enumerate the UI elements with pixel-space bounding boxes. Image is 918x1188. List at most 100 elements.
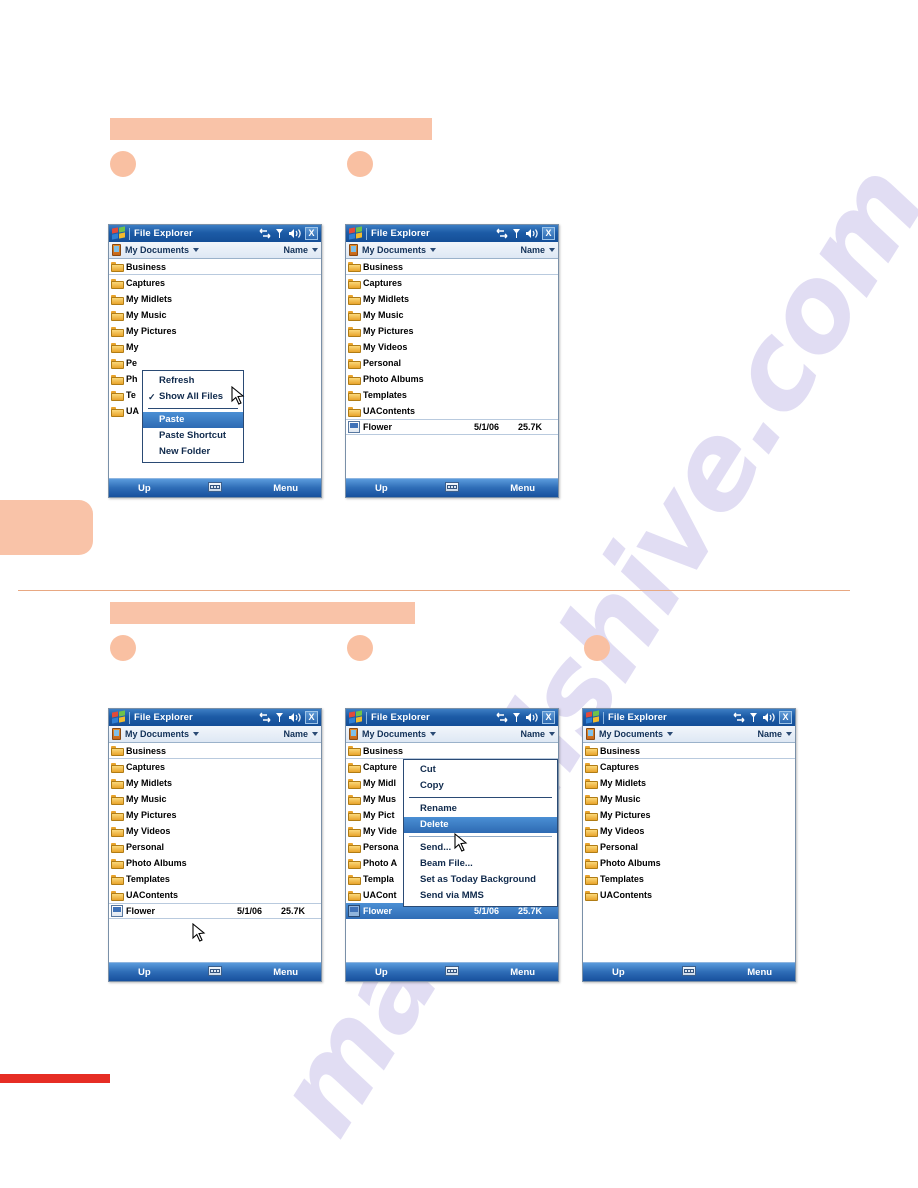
sort-label[interactable]: Name	[283, 729, 308, 739]
close-icon[interactable]: X	[779, 711, 792, 724]
connectivity-icon[interactable]	[496, 712, 508, 723]
signal-icon[interactable]	[275, 228, 284, 239]
up-button[interactable]: Up	[346, 967, 417, 978]
keyboard-icon[interactable]	[445, 481, 459, 492]
list-item[interactable]: Photo Albums	[346, 371, 558, 387]
table-row[interactable]: Flower 5/1/06 25.7K	[109, 903, 321, 919]
list-item[interactable]: UAContents	[109, 887, 321, 903]
menu-item-send[interactable]: Send...	[404, 840, 557, 856]
menu-button[interactable]: Menu	[487, 967, 558, 978]
menu-item-paste[interactable]: Paste	[143, 412, 243, 428]
chevron-down-icon[interactable]	[193, 732, 200, 736]
menu-button[interactable]: Menu	[250, 967, 321, 978]
signal-icon[interactable]	[275, 712, 284, 723]
up-button[interactable]: Up	[109, 483, 180, 494]
list-item[interactable]: Business	[109, 259, 321, 275]
list-item[interactable]: Business	[583, 743, 795, 759]
list-item[interactable]: My Music	[109, 791, 321, 807]
list-item[interactable]: Captures	[109, 759, 321, 775]
keyboard-icon[interactable]	[208, 481, 222, 492]
close-icon[interactable]: X	[305, 711, 318, 724]
close-icon[interactable]: X	[542, 711, 555, 724]
menu-button[interactable]: Menu	[724, 967, 795, 978]
chevron-down-icon[interactable]	[549, 732, 555, 736]
list-item[interactable]: My Pictures	[109, 323, 321, 339]
list-item[interactable]: Captures	[583, 759, 795, 775]
menu-item-rename[interactable]: Rename	[404, 801, 557, 817]
path-label[interactable]: My Documents	[125, 729, 189, 739]
context-menu-paste[interactable]: Refresh Show All Files Paste Paste Short…	[142, 370, 244, 463]
keyboard-icon[interactable]	[682, 965, 696, 976]
list-item[interactable]: My Videos	[346, 339, 558, 355]
menu-item-beam-file[interactable]: Beam File...	[404, 856, 557, 872]
menu-button[interactable]: Menu	[487, 483, 558, 494]
connectivity-icon[interactable]	[733, 712, 745, 723]
signal-icon[interactable]	[512, 228, 521, 239]
close-icon[interactable]: X	[542, 227, 555, 240]
list-item[interactable]: Business	[346, 259, 558, 275]
list-item[interactable]: My Music	[583, 791, 795, 807]
keyboard-icon[interactable]	[208, 965, 222, 976]
list-item[interactable]: Personal	[109, 839, 321, 855]
menu-item-cut[interactable]: Cut	[404, 762, 557, 778]
sort-label[interactable]: Name	[520, 245, 545, 255]
table-row[interactable]: Flower 5/1/06 25.7K	[346, 419, 558, 435]
list-item[interactable]: My Midlets	[346, 291, 558, 307]
menu-item-set-as-today-background[interactable]: Set as Today Background	[404, 872, 557, 888]
list-item[interactable]: My Midlets	[583, 775, 795, 791]
list-item[interactable]: Business	[109, 743, 321, 759]
menu-item-delete[interactable]: Delete	[404, 817, 557, 833]
list-item[interactable]: UAContents	[346, 403, 558, 419]
chevron-down-icon[interactable]	[193, 248, 200, 252]
signal-icon[interactable]	[512, 712, 521, 723]
list-item[interactable]: My Pictures	[109, 807, 321, 823]
up-button[interactable]: Up	[583, 967, 654, 978]
list-item[interactable]: Business	[346, 743, 558, 759]
path-label[interactable]: My Documents	[362, 729, 426, 739]
list-item[interactable]: UAContents	[583, 887, 795, 903]
list-item[interactable]: Captures	[109, 275, 321, 291]
path-label[interactable]: My Documents	[125, 245, 189, 255]
list-item[interactable]: My Pictures	[583, 807, 795, 823]
path-label[interactable]: My Documents	[599, 729, 663, 739]
context-menu-file[interactable]: Cut Copy Rename Delete Send... Beam File…	[403, 759, 558, 907]
chevron-down-icon[interactable]	[430, 248, 437, 252]
chevron-down-icon[interactable]	[312, 248, 318, 252]
close-icon[interactable]: X	[305, 227, 318, 240]
volume-icon[interactable]	[288, 712, 301, 723]
list-item[interactable]: Captures	[346, 275, 558, 291]
volume-icon[interactable]	[288, 228, 301, 239]
chevron-down-icon[interactable]	[667, 732, 674, 736]
list-item[interactable]: My Midlets	[109, 291, 321, 307]
connectivity-icon[interactable]	[259, 712, 271, 723]
chevron-down-icon[interactable]	[312, 732, 318, 736]
list-item[interactable]: My Videos	[583, 823, 795, 839]
chevron-down-icon[interactable]	[786, 732, 792, 736]
list-item[interactable]: My Pictures	[346, 323, 558, 339]
up-button[interactable]: Up	[346, 483, 417, 494]
sort-label[interactable]: Name	[283, 245, 308, 255]
menu-item-new-folder[interactable]: New Folder	[143, 444, 243, 460]
keyboard-icon[interactable]	[445, 965, 459, 976]
list-item[interactable]: My	[109, 339, 321, 355]
volume-icon[interactable]	[525, 228, 538, 239]
list-item[interactable]: Photo Albums	[109, 855, 321, 871]
menu-item-refresh[interactable]: Refresh	[143, 373, 243, 389]
menu-button[interactable]: Menu	[250, 483, 321, 494]
list-item[interactable]: My Videos	[109, 823, 321, 839]
menu-item-send-via-mms[interactable]: Send via MMS	[404, 888, 557, 904]
list-item[interactable]: Templates	[346, 387, 558, 403]
list-item[interactable]: My Music	[109, 307, 321, 323]
menu-item-paste-shortcut[interactable]: Paste Shortcut	[143, 428, 243, 444]
chevron-down-icon[interactable]	[430, 732, 437, 736]
list-item[interactable]: Templates	[583, 871, 795, 887]
chevron-down-icon[interactable]	[549, 248, 555, 252]
sort-label[interactable]: Name	[520, 729, 545, 739]
connectivity-icon[interactable]	[259, 228, 271, 239]
volume-icon[interactable]	[762, 712, 775, 723]
menu-item-show-all-files[interactable]: Show All Files	[143, 389, 243, 405]
list-item[interactable]: My Music	[346, 307, 558, 323]
list-item[interactable]: Pe	[109, 355, 321, 371]
sort-label[interactable]: Name	[757, 729, 782, 739]
path-label[interactable]: My Documents	[362, 245, 426, 255]
